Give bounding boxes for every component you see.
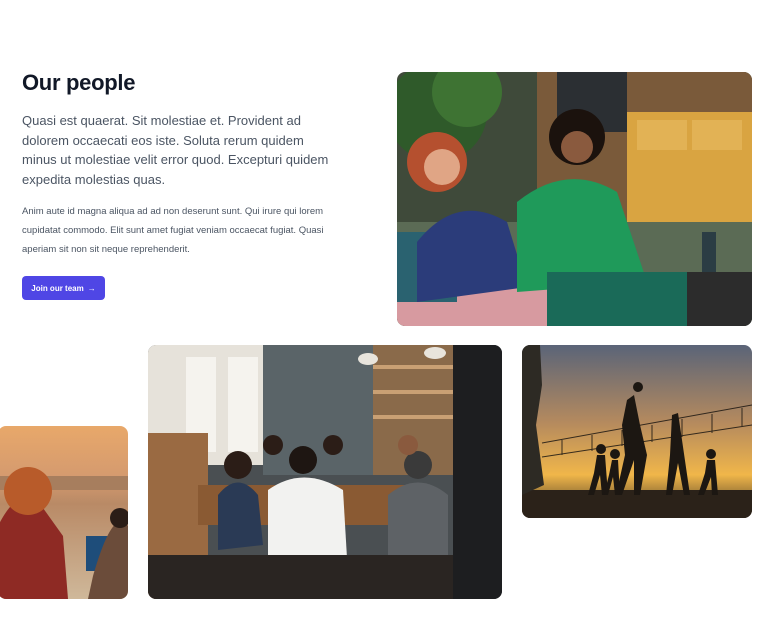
photo-friends-couch	[397, 72, 752, 326]
section-title: Our people	[22, 70, 136, 95]
section-lead: Quasi est quaerat. Sit molestiae et. Pro…	[22, 113, 329, 187]
join-team-button[interactable]: Join our team →	[22, 276, 105, 300]
photo-cafe-meeting	[148, 345, 502, 599]
arrow-right-icon: →	[87, 283, 96, 293]
photo-volleyball-sunset	[522, 345, 752, 518]
photo-beach-sunset	[0, 426, 128, 599]
join-team-label: Join our team	[31, 283, 84, 293]
section-body: Anim aute id magna aliqua ad ad non dese…	[22, 206, 324, 255]
